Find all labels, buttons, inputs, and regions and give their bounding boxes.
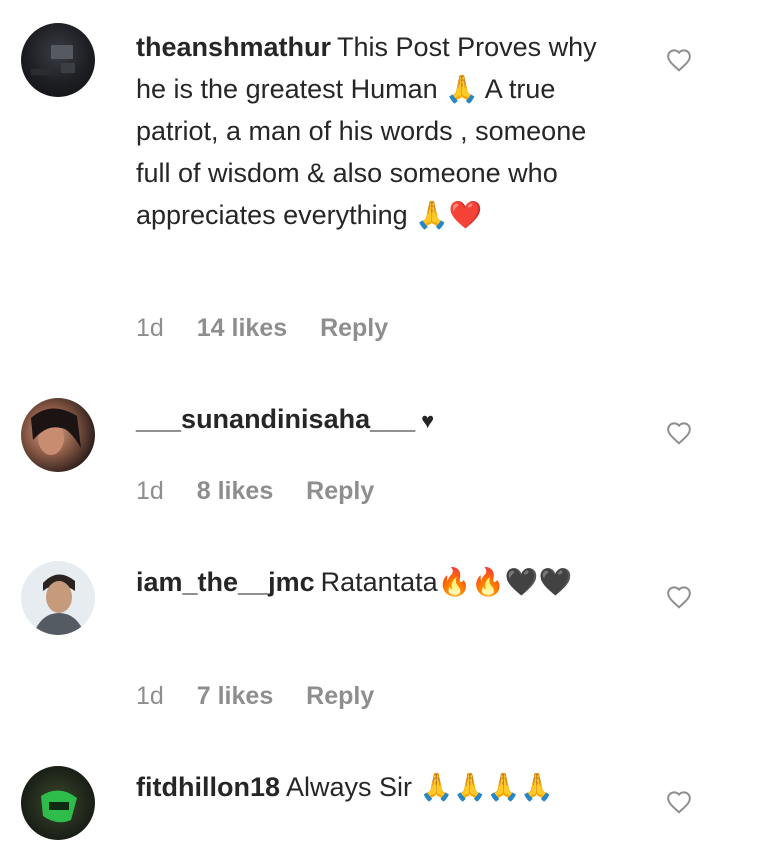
like-heart-icon[interactable] <box>666 790 692 814</box>
reply-button[interactable]: Reply <box>306 682 374 710</box>
comment-text: iam_the__jmc Ratantata🔥🔥🖤🖤 <box>136 561 626 603</box>
comment-time[interactable]: 1d <box>136 682 164 710</box>
comment-username[interactable]: ___sunandinisaha___ <box>136 404 415 434</box>
comment-username[interactable]: theanshmathur <box>136 32 331 62</box>
comment-meta: 1d 8 likes Reply <box>136 477 400 506</box>
comment-body: Always Sir 🙏🙏🙏🙏 <box>286 772 554 802</box>
comment-body: ♥ <box>421 408 435 433</box>
comment-time[interactable]: 1d <box>136 314 164 342</box>
like-heart-icon[interactable] <box>666 585 692 609</box>
comment-username[interactable]: fitdhillon18 <box>136 772 280 802</box>
avatar[interactable] <box>21 23 95 97</box>
comment-likes[interactable]: 14 likes <box>197 314 287 342</box>
avatar[interactable] <box>21 766 95 840</box>
comment-username[interactable]: iam_the__jmc <box>136 567 315 597</box>
reply-button[interactable]: Reply <box>306 477 374 505</box>
comment-text: fitdhillon18 Always Sir 🙏🙏🙏🙏 <box>136 766 626 808</box>
reply-button[interactable]: Reply <box>320 314 388 342</box>
comment-time[interactable]: 1d <box>136 477 164 505</box>
comment-likes[interactable]: 8 likes <box>197 477 273 505</box>
like-heart-icon[interactable] <box>666 48 692 72</box>
comment-text: theanshmathur This Post Proves why he is … <box>136 26 626 236</box>
avatar[interactable] <box>21 561 95 635</box>
comment-meta: 1d 7 likes Reply <box>136 682 400 711</box>
comment-body: Ratantata🔥🔥🖤🖤 <box>320 567 573 597</box>
comment-likes[interactable]: 7 likes <box>197 682 273 710</box>
like-heart-icon[interactable] <box>666 421 692 445</box>
avatar[interactable] <box>21 398 95 472</box>
comment-meta: 1d 14 likes Reply <box>136 314 414 343</box>
comment-text: ___sunandinisaha___ ♥ <box>136 398 626 442</box>
